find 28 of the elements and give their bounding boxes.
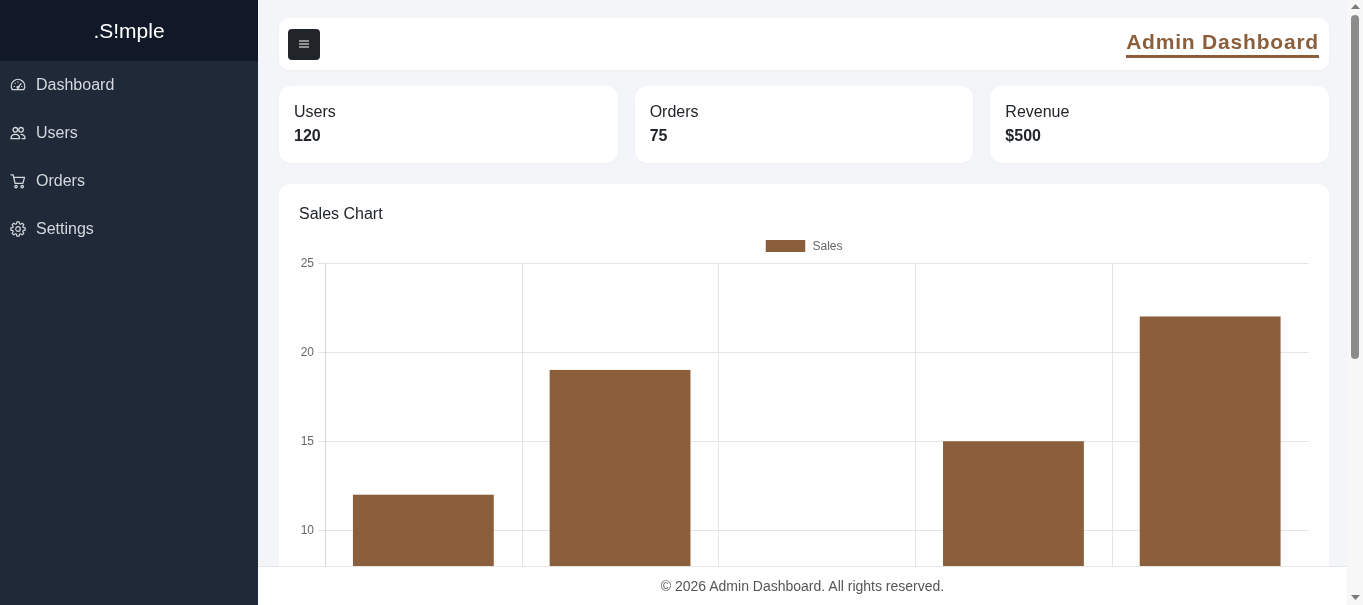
menu-toggle-button[interactable] bbox=[288, 28, 320, 60]
users-icon bbox=[10, 125, 26, 141]
y-axis-label: 25 bbox=[300, 256, 314, 270]
menu-icon bbox=[299, 40, 309, 48]
stat-label: Orders bbox=[649, 102, 700, 122]
stat-value: 75 bbox=[649, 126, 669, 146]
y-axis-label: 10 bbox=[300, 523, 314, 538]
settings-icon bbox=[10, 221, 26, 237]
stat-label: Revenue bbox=[1005, 102, 1071, 122]
footer-text: © 2026 Admin Dashboard. All rights reserved. bbox=[660, 576, 945, 596]
sidebar-link[interactable]: Orders bbox=[0, 157, 258, 205]
brand-logo: .S!mple bbox=[0, 0, 258, 61]
scrollbar-thumb[interactable] bbox=[1351, 15, 1359, 359]
stat-label: Users bbox=[294, 102, 337, 122]
page-title: Admin Dashboard bbox=[1126, 30, 1319, 58]
sidebar-link[interactable]: Dashboard bbox=[0, 61, 258, 109]
sidebar-link[interactable]: Users bbox=[0, 109, 258, 157]
scroll-down-arrow-icon bbox=[1350, 595, 1360, 600]
stat-value: 120 bbox=[294, 126, 322, 146]
cart-icon bbox=[10, 173, 26, 189]
stat-value: $500 bbox=[1005, 126, 1042, 146]
scroll-up-arrow-icon bbox=[1350, 4, 1360, 9]
sidebar-link[interactable]: Settings bbox=[0, 205, 258, 253]
legend-label: Sales bbox=[812, 239, 843, 253]
gauge-icon bbox=[10, 77, 26, 93]
y-axis-label: 15 bbox=[300, 434, 314, 449]
chart-title: Sales Chart bbox=[299, 204, 384, 223]
y-axis-label: 20 bbox=[300, 345, 314, 360]
